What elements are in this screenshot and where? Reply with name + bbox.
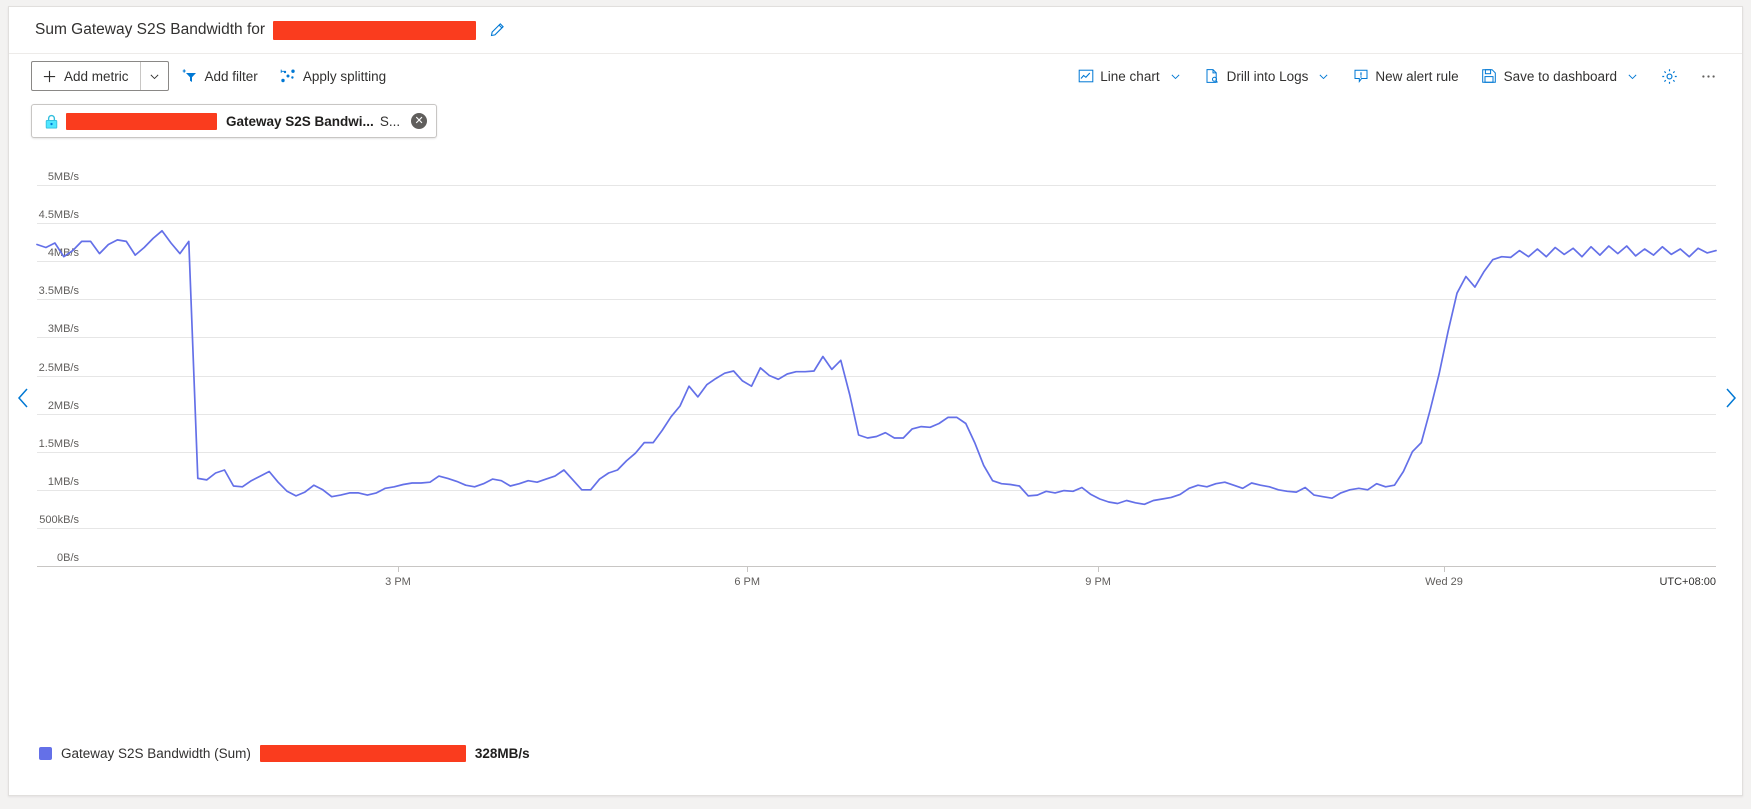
close-circle-icon[interactable]: ✕ — [411, 113, 428, 129]
timezone-label: UTC+08:00 — [1659, 576, 1716, 588]
logs-icon — [1204, 68, 1221, 85]
x-axis-tick-mark — [1098, 567, 1100, 572]
metric-chip-metric-label: Gateway S2S Bandwi... — [226, 113, 374, 129]
y-gridline — [37, 375, 1716, 377]
y-gridline — [37, 299, 1716, 301]
chart-title-bar: Sum Gateway S2S Bandwidth for — [9, 7, 1742, 54]
ellipsis-icon — [1700, 68, 1717, 85]
add-metric-dropdown-button[interactable] — [139, 62, 168, 90]
save-to-dashboard-label: Save to dashboard — [1503, 68, 1617, 84]
redacted-legend-resource — [259, 745, 466, 762]
y-gridline — [37, 451, 1716, 453]
metric-chip-aggregation-label: S... — [379, 113, 401, 129]
save-to-dashboard-button[interactable]: Save to dashboard — [1472, 62, 1648, 90]
vpn-gateway-lock-icon — [43, 113, 60, 130]
y-axis-tick-label: 2.5MB/s — [38, 361, 79, 374]
legend-series-value: 328MB/s — [474, 746, 530, 761]
x-axis-tick-mark — [397, 567, 399, 572]
chart-prev-button[interactable] — [13, 384, 33, 412]
add-metric-label: Add metric — [64, 68, 129, 84]
plus-icon — [41, 68, 58, 85]
edit-title-button[interactable] — [486, 19, 508, 41]
x-axis-tick-label: 9 PM — [1085, 576, 1111, 588]
chart-series-line — [36, 229, 1717, 506]
chart-panel: Sum Gateway S2S Bandwidth for Add metric… — [8, 6, 1743, 796]
y-axis-tick-label: 3MB/s — [47, 323, 79, 336]
y-axis-tick-label: 0B/s — [56, 552, 79, 564]
chevron-down-icon — [1626, 70, 1639, 83]
drill-into-logs-button[interactable]: Drill into Logs — [1195, 62, 1340, 90]
y-gridline — [37, 185, 1716, 187]
y-axis-tick-label: 5MB/s — [47, 171, 79, 184]
command-bar-right: Line chart Drill into Logs New alert rul… — [1064, 62, 1726, 90]
chart-type-label: Line chart — [1100, 68, 1160, 84]
filter-add-icon — [182, 68, 199, 85]
add-filter-button[interactable]: Add filter — [173, 62, 267, 90]
command-bar-left: Add metric Add filter Apply splitting — [31, 61, 395, 91]
chart-next-button[interactable] — [1721, 384, 1741, 412]
redacted-scope-name — [66, 112, 217, 130]
gear-icon — [1661, 68, 1678, 85]
chevron-down-icon — [146, 68, 163, 85]
x-axis-tick-label: 3 PM — [385, 576, 411, 588]
chevron-down-icon — [1169, 70, 1182, 83]
x-axis-tick-mark — [747, 567, 749, 572]
chart-settings-button[interactable] — [1652, 62, 1687, 90]
new-alert-rule-label: New alert rule — [1375, 68, 1459, 84]
y-axis-tick-label: 4.5MB/s — [38, 209, 79, 222]
y-axis-tick-label: 3.5MB/s — [38, 285, 79, 298]
line-chart-icon — [1077, 68, 1094, 85]
x-axis-tick-label: 6 PM — [734, 576, 761, 588]
chart-series-svg — [36, 229, 1717, 506]
x-axis-tick-mark — [1444, 567, 1445, 572]
x-axis-tick-label: Wed 29 — [1425, 576, 1463, 588]
y-axis-tick-label: 1.5MB/s — [38, 437, 79, 450]
y-axis-tick-label: 500kB/s — [39, 513, 79, 526]
new-alert-rule-button[interactable]: New alert rule — [1343, 62, 1467, 90]
legend-series-label: Gateway S2S Bandwidth (Sum) — [61, 746, 251, 761]
y-gridline — [37, 337, 1716, 339]
y-gridline — [37, 527, 1716, 529]
legend-color-swatch — [39, 747, 52, 760]
metric-chip-row: Gateway S2S Bandwi... S... ✕ — [9, 98, 1742, 138]
chart-area: 5MB/s 4.5MB/s 4MB/s 3.5MB/s 3MB/s 2.5MB/s 2MB/… — [9, 156, 1742, 676]
metric-chip[interactable]: Gateway S2S Bandwi... S... ✕ — [31, 104, 438, 138]
chevron-down-icon — [1317, 70, 1330, 83]
add-metric-group: Add metric — [31, 61, 169, 91]
apply-splitting-button[interactable]: Apply splitting — [271, 62, 395, 90]
drill-into-logs-label: Drill into Logs — [1226, 68, 1309, 84]
save-floppy-icon — [1481, 68, 1498, 85]
y-gridline — [37, 489, 1716, 491]
y-gridline — [37, 223, 1716, 225]
y-gridline — [37, 413, 1716, 415]
apply-splitting-label: Apply splitting — [302, 68, 387, 84]
page-title: Sum Gateway S2S Bandwidth for — [35, 21, 266, 38]
chart-plot[interactable]: 5MB/s 4.5MB/s 4MB/s 3.5MB/s 3MB/s 2.5MB/s 2MB/… — [9, 156, 1742, 626]
chart-legend[interactable]: Gateway S2S Bandwidth (Sum) 328MB/s — [39, 745, 530, 762]
y-axis-tick-label: 4MB/s — [47, 247, 79, 260]
splitting-icon — [280, 68, 297, 85]
add-filter-label: Add filter — [204, 68, 258, 84]
redacted-resource-name — [273, 20, 477, 40]
metrics-explorer-page: Sum Gateway S2S Bandwidth for Add metric… — [0, 0, 1751, 809]
y-gridline — [37, 261, 1716, 263]
add-metric-button[interactable]: Add metric — [32, 62, 140, 90]
chart-type-button[interactable]: Line chart — [1068, 62, 1190, 90]
x-axis-line — [37, 566, 1716, 567]
alert-bell-icon — [1352, 68, 1369, 85]
command-bar: Add metric Add filter Apply splitting Li… — [9, 54, 1742, 98]
more-options-button[interactable] — [1691, 62, 1726, 90]
y-axis-tick-label: 1MB/s — [47, 475, 79, 488]
